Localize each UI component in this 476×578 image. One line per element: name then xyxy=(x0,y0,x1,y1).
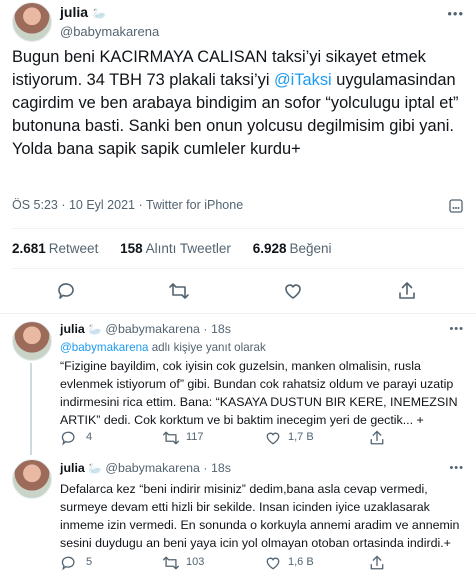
retweets-stat[interactable]: 2.681 Retweet xyxy=(12,241,98,256)
swan-icon: 🦢 xyxy=(88,324,102,336)
reply-tweet[interactable]: julia 🦢 @babymakarena · 18s ••• Defalarc… xyxy=(0,453,476,578)
retweet-icon[interactable] xyxy=(168,280,190,302)
like-count: 1,6 B xyxy=(288,556,314,568)
reply-header: julia 🦢 @babymakarena · 18s xyxy=(60,461,231,475)
tweet-actions xyxy=(0,280,476,304)
like-icon[interactable] xyxy=(264,429,282,447)
replying-to-handle[interactable]: @babymakarena xyxy=(60,341,148,354)
retweet-icon[interactable] xyxy=(162,429,180,447)
share-icon[interactable] xyxy=(368,429,386,447)
like-icon[interactable] xyxy=(264,554,282,572)
tweet-stats: 2.681 Retweet 158 Alıntı Tweetler 6.928 Beğ… xyxy=(12,241,332,256)
author-handle[interactable]: @babymakarena xyxy=(60,24,159,39)
reply-header: julia 🦢 @babymakarena · 18s xyxy=(60,322,231,336)
share-icon[interactable] xyxy=(396,280,418,302)
tweet-timestamp[interactable]: ÖS 5:23 · 10 Eyl 2021 · Twitter for iPho… xyxy=(12,198,243,212)
reply-text: Defalarca kez “beni indirir misiniz” ded… xyxy=(60,482,460,550)
reply-actions: 5 103 1,6 B xyxy=(60,554,460,572)
reply-icon[interactable] xyxy=(56,280,78,302)
reply-time[interactable]: · 18s xyxy=(203,461,231,475)
likes-stat[interactable]: 6.928 Beğeni xyxy=(253,241,332,256)
reply-icon[interactable] xyxy=(60,429,78,447)
retweet-count: 117 xyxy=(186,431,204,443)
divider xyxy=(12,268,464,269)
reply-text: “Fizigine bayildim, cok iyisin cok guzel… xyxy=(60,359,458,427)
reply-author-handle[interactable]: @babymakarena xyxy=(105,461,200,475)
more-icon[interactable]: ••• xyxy=(447,6,464,21)
translate-icon[interactable] xyxy=(448,198,464,214)
author-name[interactable]: julia xyxy=(60,4,88,20)
reply-count: 4 xyxy=(86,431,93,443)
share-icon[interactable] xyxy=(368,554,386,572)
reply-author-name[interactable]: julia xyxy=(60,461,85,475)
reply-avatar[interactable] xyxy=(12,459,52,499)
mention-link[interactable]: @iTaksi xyxy=(274,71,332,89)
tweet-text: Bugun beni KACIRMAYA CALISAN taksi’yi si… xyxy=(12,46,464,161)
more-icon[interactable]: ••• xyxy=(449,323,464,335)
like-icon[interactable] xyxy=(282,280,304,302)
reply-count: 5 xyxy=(86,556,93,568)
reply-time[interactable]: · 18s xyxy=(203,322,231,336)
replying-to: @babymakarena adlı kişiye yanıt olarak xyxy=(60,341,266,354)
main-avatar[interactable] xyxy=(12,2,52,42)
reply-icon[interactable] xyxy=(60,554,78,572)
reply-author-name[interactable]: julia xyxy=(60,322,85,336)
quotes-stat[interactable]: 158 Alıntı Tweetler xyxy=(120,241,231,256)
reply-thread-line xyxy=(30,363,32,455)
divider xyxy=(12,228,464,229)
retweet-count: 103 xyxy=(186,556,205,568)
retweet-icon[interactable] xyxy=(162,554,180,572)
reply-avatar[interactable] xyxy=(12,321,52,361)
more-icon[interactable]: ••• xyxy=(449,462,464,474)
reply-actions: 4 117 1,7 B xyxy=(60,429,460,447)
main-author: julia 🦢 xyxy=(60,4,106,22)
swan-icon: 🦢 xyxy=(92,8,107,20)
like-count: 1,7 B xyxy=(288,431,314,443)
reply-tweet[interactable]: julia 🦢 @babymakarena · 18s ••• @babymak… xyxy=(0,313,476,455)
swan-icon: 🦢 xyxy=(88,463,102,475)
reply-author-handle[interactable]: @babymakarena xyxy=(105,322,200,336)
